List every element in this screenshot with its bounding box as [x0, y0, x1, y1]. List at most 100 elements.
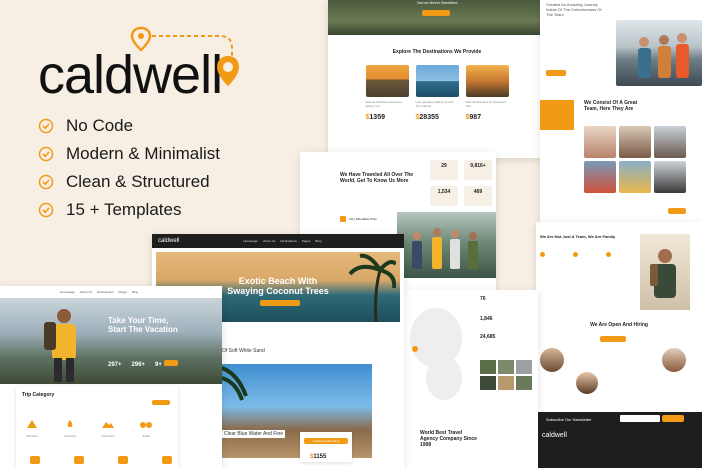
world-photo — [498, 376, 514, 390]
trip-category-card: Trip Category Climbers Camping Adventure… — [16, 386, 178, 468]
category-icon — [30, 456, 40, 464]
destinations-title: Explore The Destinations We Provide — [392, 49, 482, 55]
trip-category-list: Climbers Camping Adventure Safari — [24, 416, 154, 438]
newsletter-bar: Subscribe Our Newsletter caldwell — [536, 412, 702, 468]
backpacker-silhouette — [44, 309, 76, 382]
stat-box: 469 — [464, 186, 492, 206]
world-photo — [498, 360, 514, 374]
nav-item[interactable]: Destinations — [97, 290, 114, 294]
destination-card[interactable]: Unforgettable Sailing Around The Islands… — [415, 65, 459, 121]
team-member-photo — [619, 161, 651, 193]
trip-view-all-button[interactable] — [152, 400, 170, 405]
booking-button[interactable]: Continue & Booking — [304, 438, 348, 444]
feature-item: Clean & Structured — [38, 168, 220, 196]
hero-cta-button[interactable] — [422, 10, 450, 16]
world-title: World Best Travel Agency Company Since 1… — [420, 430, 477, 448]
destination-name: Natural Wonders Adventure Hiking Tour — [365, 100, 403, 108]
destination-price: $987 — [465, 114, 482, 121]
nav-item[interactable]: Pages — [302, 239, 311, 243]
world-map — [410, 308, 462, 400]
vacation-hero-cta[interactable] — [164, 360, 178, 366]
nav-item[interactable]: About Us — [80, 290, 92, 294]
feature-list: No Code Modern & Minimalist Clean & Stru… — [38, 112, 220, 224]
world-photo — [516, 376, 532, 390]
family-page: We Are Not Just A Team, We Are Family We… — [536, 222, 702, 468]
applicant-avatar — [662, 348, 686, 372]
top-hero-caption: You've Never Breathed — [416, 0, 458, 5]
stat-box: 1,534 — [430, 186, 458, 206]
team-member-photo — [619, 126, 651, 158]
check-circle-icon — [38, 202, 54, 218]
world-photo — [480, 376, 496, 390]
traveled-title: We Have Traveled All Over The World, Get… — [340, 172, 414, 184]
nav-item[interactable]: Homepage — [243, 239, 258, 243]
newsletter-input[interactable] — [620, 415, 660, 422]
applicant-avatar — [540, 348, 564, 372]
team-page: Created An Amazing Journey Inside Of The… — [540, 0, 702, 240]
feature-item: Modern & Minimalist — [38, 140, 220, 168]
trip-category-label: Safari — [142, 434, 150, 438]
team-member-photo — [584, 126, 616, 158]
nav-item[interactable]: Homepage — [60, 290, 75, 294]
destination-card[interactable]: Natural Wonders Of Adventure Tour $987 — [465, 65, 509, 121]
hikers-silhouette — [412, 228, 478, 269]
nav-item[interactable]: Pages — [119, 290, 128, 294]
newsletter-submit-button[interactable] — [662, 415, 684, 422]
booking-price: $1155 — [310, 454, 327, 460]
destination-price: $1359 — [365, 114, 385, 121]
hiker-photo — [640, 234, 690, 310]
destination-card[interactable]: Natural Wonders Adventure Hiking Tour $1… — [365, 65, 409, 121]
destination-list: Natural Wonders Adventure Hiking Tour $1… — [328, 65, 546, 121]
exotic-nav: Homepage About Us Destinations Pages Blo… — [243, 239, 321, 243]
exotic-bottom-text: Clear Blue Water And Fine — [222, 430, 286, 438]
hiring-cta-button[interactable] — [600, 336, 626, 342]
trip-category-item[interactable]: Adventure — [100, 416, 116, 438]
newsletter-label: Subscribe Our Newsletter — [546, 417, 592, 422]
exotic-hero-cta[interactable] — [260, 300, 300, 306]
stat-grid: 29 9,816+ 1,534 469 — [430, 160, 492, 206]
vacation-page: Homepage About Us Destinations Pages Blo… — [0, 286, 222, 468]
binoculars-icon — [140, 422, 152, 428]
exotic-brand: caldwell — [158, 238, 180, 244]
exotic-navbar: caldwell Homepage About Us Destinations … — [152, 234, 404, 248]
check-circle-icon — [38, 146, 54, 162]
nav-item[interactable]: Destinations — [280, 239, 297, 243]
trip-category-row2 — [30, 456, 172, 464]
team-silhouette — [638, 33, 689, 78]
world-page: 76 1,846 24,685 World Best Travel Agency… — [404, 290, 538, 468]
nav-item[interactable]: Blog — [132, 290, 138, 294]
about-cta-button[interactable] — [546, 70, 566, 76]
trip-category-item[interactable]: Camping — [62, 416, 78, 438]
exotic-side-text: Of Soft White Sand — [222, 348, 265, 354]
feature-item: 15 + Templates — [38, 196, 220, 224]
category-icon — [162, 456, 172, 464]
category-icon — [118, 456, 128, 464]
team-member-photo — [654, 126, 686, 158]
group-photo — [397, 212, 496, 278]
trip-category-item[interactable]: Climbers — [24, 416, 40, 438]
team-hiking-photo — [616, 20, 702, 86]
brand-logo: caldwell — [38, 45, 223, 105]
stat-box: 29 — [430, 160, 458, 180]
check-circle-icon — [38, 118, 54, 134]
nav-item[interactable]: About Us — [263, 239, 275, 243]
family-feature-icon — [606, 252, 611, 257]
trip-category-label: Climbers — [26, 434, 38, 438]
trip-category-label: Camping — [63, 434, 76, 438]
world-photo — [516, 360, 532, 374]
stat-box: 9,816+ — [464, 160, 492, 180]
category-icon — [74, 456, 84, 464]
tent-icon — [27, 420, 37, 428]
team-more-button[interactable] — [668, 208, 686, 214]
vacation-nav: Homepage About Us Destinations Pages Blo… — [60, 290, 138, 294]
vacation-hero-title: Take Your Time, Start The Vacation — [108, 316, 178, 334]
step-label: Very Affordable Price — [349, 217, 377, 221]
palm-leaf-icon — [222, 366, 248, 401]
team-cta-button[interactable] — [544, 122, 562, 128]
feature-label: 15 + Templates — [66, 200, 182, 219]
family-feature-icon — [573, 252, 578, 257]
family-title: We Are Not Just A Team, We Are Family — [540, 234, 616, 239]
trip-category-item[interactable]: Safari — [138, 416, 154, 438]
destination-price: $28355 — [415, 114, 439, 121]
nav-item[interactable]: Blog — [315, 239, 321, 243]
